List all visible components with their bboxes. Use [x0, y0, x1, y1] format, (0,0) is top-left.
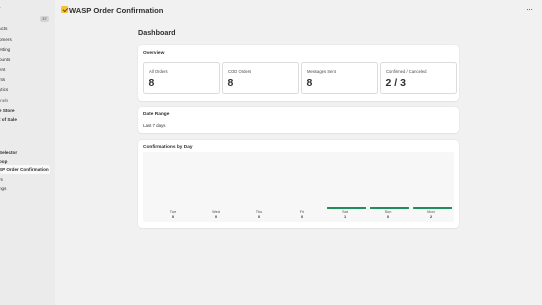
sidebar-item-orders[interactable]: 37 — [0, 14, 55, 23]
stat-value: 8 — [306, 77, 313, 89]
app-title: WASP Order Confirmation — [69, 5, 164, 15]
sidebar-item-wasp-order-confirmation[interactable]: SP Order Confirmation — [0, 165, 50, 174]
sidebar-item-customers[interactable]: omers — [0, 35, 55, 44]
confirmations-card: Confirmations by Day Tue 0 Wed 0 Thu 0 F… — [138, 140, 459, 228]
sidebar-item-content[interactable]: ent — [0, 65, 55, 74]
stat-value: 8 — [148, 77, 155, 89]
day-count: 2 — [429, 215, 433, 219]
day-label: Sun — [384, 210, 392, 214]
confirmations-title: Confirmations by Day — [143, 145, 193, 150]
more-actions-icon[interactable]: ··· — [526, 5, 533, 14]
app-header: WASP Order Confirmation ··· — [55, 0, 542, 22]
sidebar-subitem-orders[interactable]: rs — [0, 175, 55, 184]
orders-count-badge: 37 — [40, 15, 49, 22]
day-label: Sat — [342, 210, 348, 214]
day-count: 0 — [386, 215, 390, 219]
day-label: Thu — [255, 210, 263, 214]
sidebar-item-label: omers — [0, 37, 12, 42]
overview-title: Overview — [143, 51, 165, 56]
day-label: Tue — [169, 210, 177, 214]
day-count: 0 — [214, 215, 218, 219]
day-label: Wed — [212, 210, 220, 214]
sidebar-item-marketing[interactable]: etting — [0, 45, 55, 54]
stat-all-orders: All Orders 8 — [143, 62, 220, 94]
stat-label: Messages Sent — [307, 69, 336, 74]
day-count: 1 — [343, 215, 347, 219]
sidebar-item-label: ent — [0, 67, 6, 72]
sidebar-item-label: Selector — [0, 150, 18, 155]
sidebar-subitem-settings[interactable]: ngs — [0, 184, 55, 193]
day-label: Mon — [427, 210, 435, 214]
chart-bar-sat — [327, 207, 366, 209]
sidebar-item-label: e Store — [0, 108, 15, 113]
wasp-app-icon — [61, 6, 68, 13]
date-range-value[interactable]: Last 7 days — [143, 123, 165, 128]
sidebar-item-discounts[interactable]: ounts — [0, 55, 55, 64]
stat-value: 2 / 3 — [385, 77, 406, 89]
overview-card: Overview All Orders 8 COD Orders 8 Messa… — [138, 45, 459, 101]
date-range-title: Date Range — [143, 112, 170, 117]
chart-bar-mon — [413, 207, 452, 209]
sidebar-channels-heading[interactable]: nnels › — [0, 96, 55, 105]
day-count: 0 — [171, 215, 175, 219]
date-range-card[interactable]: Date Range Last 7 days — [138, 107, 459, 133]
sidebar-item-label: SP Order Confirmation — [0, 167, 49, 172]
day-count: 0 — [257, 215, 261, 219]
sidebar-item-markets[interactable]: nts — [0, 75, 55, 84]
sidebar-item-label: r — [0, 4, 1, 13]
sidebar-item-analytics[interactable]: ytics — [0, 85, 55, 94]
sidebar-item-label: ytics — [0, 87, 9, 92]
stat-confirmed-canceled: Confirmed / Canceled 2 / 3 — [380, 62, 457, 94]
sidebar-item-label: etting — [0, 47, 11, 52]
sidebar-item-label: ngs — [0, 186, 7, 191]
chart-bar-sun — [370, 207, 409, 209]
sidebar-item-app-selector[interactable]: Selector — [0, 148, 55, 157]
sidebar-item-label: rs — [0, 177, 3, 182]
stat-cod-orders: COD Orders 8 — [222, 62, 299, 94]
confirmations-chart: Tue 0 Wed 0 Thu 0 Fri 0 Sat 1 Sun 0 Mon … — [143, 152, 454, 222]
stat-messages-sent: Messages Sent 8 — [301, 62, 378, 94]
sidebar-item-point-of-sale[interactable]: t of Sale — [0, 115, 55, 124]
page-title: Dashboard — [138, 28, 176, 37]
day-label: Fri — [299, 210, 305, 214]
sidebar-item-label: nts — [0, 77, 6, 82]
sidebar: r 37 ucts omers etting ounts ent nts yti… — [0, 0, 55, 305]
stat-value: 8 — [227, 77, 234, 89]
stat-label: Confirmed / Canceled — [386, 69, 427, 74]
sidebar-item-label: ucts — [0, 26, 8, 31]
sidebar-item-label: t of Sale — [0, 117, 17, 122]
stat-label: All Orders — [149, 69, 168, 74]
day-count: 0 — [300, 215, 304, 219]
sidebar-item-label: ounts — [0, 57, 11, 62]
sidebar-item-online-store[interactable]: e Store — [0, 106, 55, 115]
sidebar-item-home[interactable]: r — [0, 4, 55, 13]
stat-label: COD Orders — [228, 69, 252, 74]
sidebar-item-products[interactable]: ucts — [0, 24, 55, 33]
